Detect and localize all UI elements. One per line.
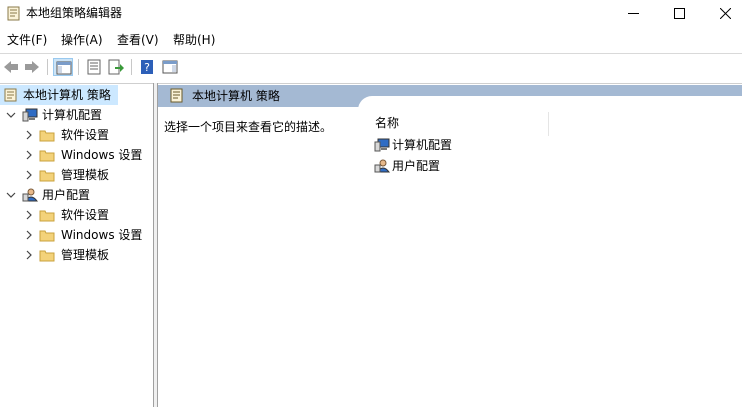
folder-icon: [39, 210, 55, 222]
tree-item-computer-admin-templates[interactable]: 管理模板: [0, 165, 150, 185]
policy-document-icon: [4, 88, 17, 102]
menu-help[interactable]: 帮助(H): [173, 33, 215, 47]
list-item-label: 用户配置: [392, 159, 441, 173]
properties-button[interactable]: [84, 58, 104, 76]
policy-editor-app-icon: [7, 6, 20, 21]
properties-icon: [87, 59, 101, 75]
show-hide-tree-button[interactable]: [53, 58, 73, 76]
user-icon: [374, 159, 390, 173]
maximize-button[interactable]: [656, 0, 702, 28]
tree-item-label: 计算机配置: [42, 108, 103, 122]
chevron-right-icon[interactable]: [24, 130, 34, 140]
close-icon: [720, 8, 731, 19]
chevron-down-icon[interactable]: [6, 110, 16, 120]
column-header-name[interactable]: 名称: [375, 115, 399, 131]
description-text: 选择一个项目来查看它的描述。: [164, 120, 333, 134]
export-list-icon: [108, 59, 124, 75]
toolbar-separator: [78, 59, 79, 75]
tree-item-local-computer-policy[interactable]: 本地计算机 策略: [0, 85, 118, 105]
folder-icon: [39, 130, 55, 142]
maximize-icon: [674, 8, 685, 19]
chevron-right-icon[interactable]: [24, 170, 34, 180]
tree-item-user-windows-settings[interactable]: Windows 设置: [0, 225, 150, 245]
header-curve-decoration: [358, 96, 742, 120]
column-separator[interactable]: [548, 112, 549, 136]
tree-item-label: 本地计算机 策略: [23, 88, 111, 102]
toolbar-separator: [131, 59, 132, 75]
tree-item-label: 软件设置: [61, 208, 110, 222]
menu-action[interactable]: 操作(A): [61, 33, 103, 47]
back-arrow-icon: [4, 61, 18, 73]
menu-bar: 文件(F) 操作(A) 查看(V) 帮助(H): [0, 30, 742, 50]
tree-item-computer-windows-settings[interactable]: Windows 设置: [0, 145, 150, 165]
toolbar: ?: [0, 53, 742, 79]
tree-item-label: Windows 设置: [61, 148, 143, 162]
chevron-right-icon[interactable]: [24, 250, 34, 260]
folder-icon: [39, 170, 55, 182]
back-button[interactable]: [1, 58, 21, 76]
details-pane: 本地计算机 策略 选择一个项目来查看它的描述。 名称 计算机配置 用户配置: [158, 83, 742, 407]
tree-item-user-config[interactable]: 用户配置: [0, 185, 150, 205]
menu-file[interactable]: 文件(F): [7, 33, 47, 47]
list-item-user-config[interactable]: 用户配置: [374, 156, 494, 176]
computer-icon: [22, 108, 38, 122]
menu-view[interactable]: 查看(V): [117, 33, 159, 47]
help-button[interactable]: ?: [137, 58, 157, 76]
toolbar-separator: [47, 59, 48, 75]
tree-item-computer-config[interactable]: 计算机配置: [0, 105, 150, 125]
tree-item-label: Windows 设置: [61, 228, 143, 242]
user-icon: [22, 188, 38, 202]
show-hide-action-pane-button[interactable]: [160, 58, 180, 76]
window-title: 本地组策略编辑器: [26, 6, 123, 20]
list-item-computer-config[interactable]: 计算机配置: [374, 135, 494, 155]
tree-item-label: 管理模板: [61, 168, 110, 182]
help-icon: ?: [141, 60, 153, 74]
list-item-label: 计算机配置: [392, 138, 453, 152]
details-header-title: 本地计算机 策略: [192, 89, 280, 103]
forward-button[interactable]: [22, 58, 42, 76]
minimize-icon: [628, 13, 639, 14]
chevron-right-icon[interactable]: [24, 150, 34, 160]
policy-document-icon: [170, 88, 183, 103]
tree-item-computer-software-settings[interactable]: 软件设置: [0, 125, 150, 145]
close-button[interactable]: [702, 0, 742, 28]
tree-item-user-admin-templates[interactable]: 管理模板: [0, 245, 150, 265]
tree-item-label: 软件设置: [61, 128, 110, 142]
chevron-right-icon[interactable]: [24, 230, 34, 240]
folder-icon: [39, 150, 55, 162]
tree-item-label: 用户配置: [42, 188, 91, 202]
export-list-button[interactable]: [106, 58, 126, 76]
computer-icon: [374, 138, 390, 152]
forward-arrow-icon: [25, 61, 39, 73]
minimize-button[interactable]: [610, 0, 656, 28]
chevron-down-icon[interactable]: [6, 190, 16, 200]
tree-item-label: 管理模板: [61, 248, 110, 262]
show-hide-action-pane-icon: [162, 60, 178, 74]
console-tree[interactable]: 本地计算机 策略 计算机配置 软件设置 Windows 设置 管理模板 用户配置…: [0, 83, 153, 407]
folder-icon: [39, 250, 55, 262]
svg-text:?: ?: [144, 61, 150, 74]
tree-item-user-software-settings[interactable]: 软件设置: [0, 205, 150, 225]
title-bar[interactable]: 本地组策略编辑器: [0, 0, 742, 28]
show-hide-tree-icon: [56, 61, 72, 75]
chevron-right-icon[interactable]: [24, 210, 34, 220]
folder-icon: [39, 230, 55, 242]
